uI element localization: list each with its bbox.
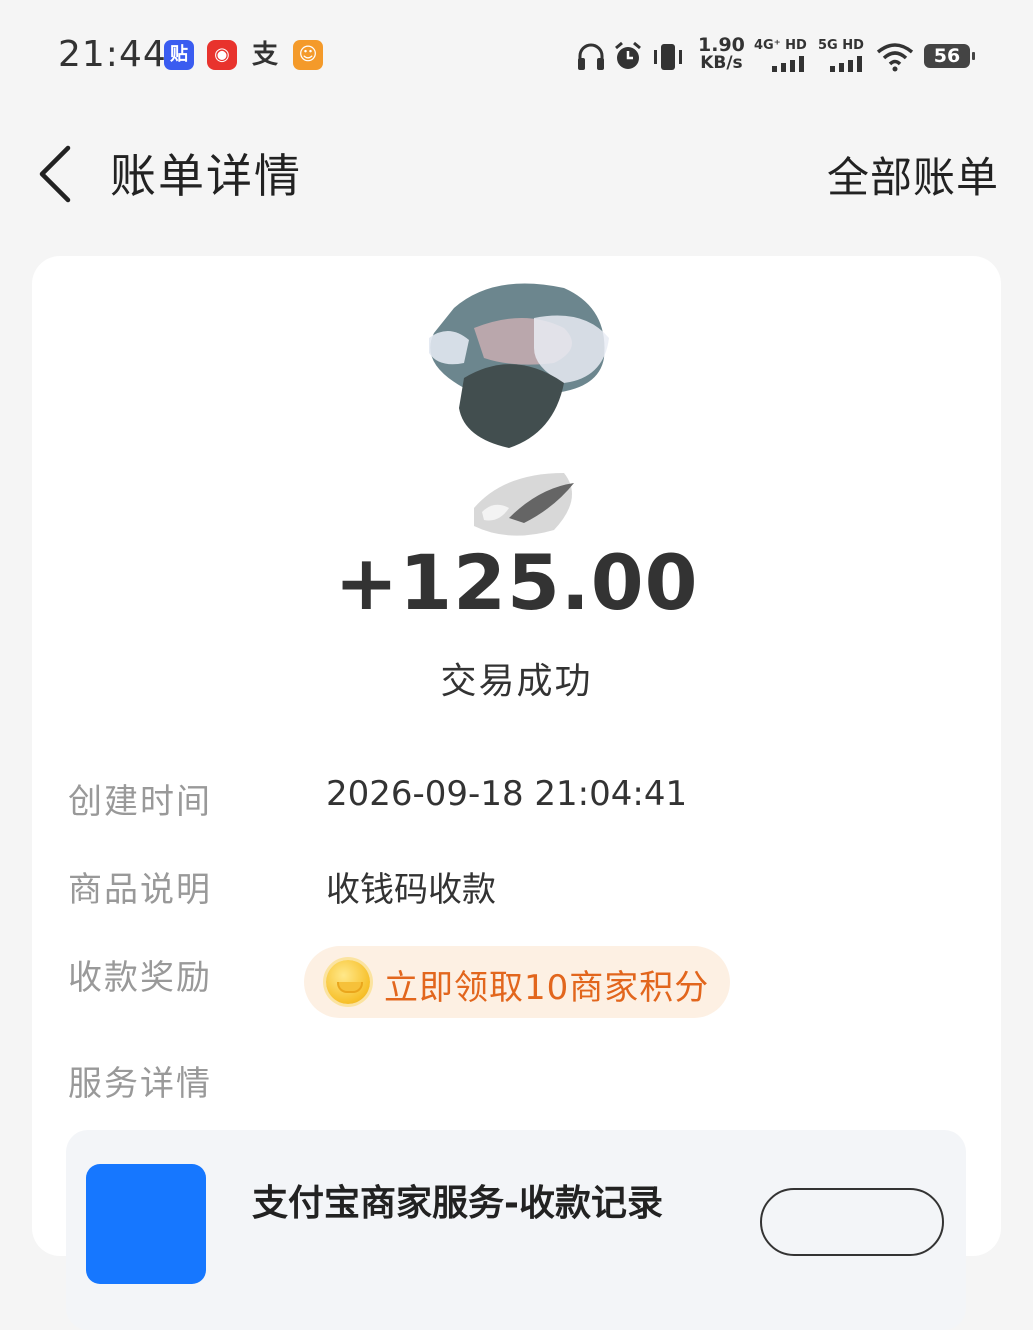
battery-indicator: 56: [924, 44, 975, 68]
tieba-icon: 贴: [164, 40, 194, 70]
created-time-label: 创建时间: [68, 782, 212, 822]
headphones-icon: [578, 43, 604, 70]
bill-detail-card: +125.00 交易成功 创建时间 2026-09-18 21:04:41 商品…: [32, 256, 1001, 1330]
claim-points-button[interactable]: 立即领取10商家积分: [304, 946, 730, 1018]
claim-points-label: 立即领取10商家积分: [384, 968, 710, 1008]
all-bills-link[interactable]: 全部账单: [827, 144, 999, 205]
game-app-icon: ☺: [293, 40, 323, 70]
status-bar: 21:44 贴 ◉ 支 ☺ 1.90 KB/s 4G⁺ HD 5G HD 56: [0, 0, 1033, 110]
wifi-icon: [876, 43, 914, 72]
network-speed: 1.90 KB/s: [698, 34, 745, 73]
service-action-button[interactable]: [760, 1188, 944, 1256]
netease-music-icon: ◉: [207, 40, 237, 70]
created-time-value: 2026-09-18 21:04:41: [326, 774, 688, 814]
service-detail-label: 服务详情: [68, 1064, 212, 1104]
alarm-icon: [615, 41, 641, 69]
reward-label: 收款奖励: [68, 958, 212, 998]
back-button[interactable]: [30, 140, 90, 206]
chevron-left-icon: [39, 145, 71, 203]
product-desc-label: 商品说明: [68, 870, 212, 910]
merchant-service-logo: [86, 1164, 206, 1284]
service-title: 支付宝商家服务-收款记录: [252, 1183, 663, 1224]
page-title: 账单详情: [110, 149, 302, 203]
status-time: 21:44: [58, 34, 167, 75]
product-desc-value: 收钱码收款: [326, 870, 496, 910]
coin-icon: [326, 960, 370, 1004]
service-card[interactable]: 支付宝商家服务-收款记录: [66, 1130, 966, 1330]
payer-avatar: [429, 283, 609, 536]
transaction-status: 交易成功: [440, 661, 593, 702]
alipay-notify-icon: 支: [251, 40, 278, 70]
vibrate-icon: [654, 44, 682, 70]
transaction-amount: +125.00: [334, 538, 699, 627]
